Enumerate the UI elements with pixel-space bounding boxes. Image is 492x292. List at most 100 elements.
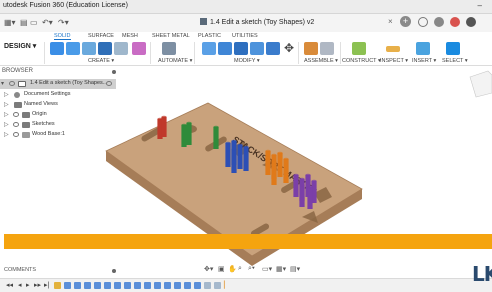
orange-peg[interactable]: [265, 149, 271, 175]
expand-arrow-icon[interactable]: ▷: [4, 121, 9, 128]
display-settings-icon[interactable]: ▭▾: [262, 265, 272, 273]
zoom-icon[interactable]: ⌕: [238, 265, 242, 273]
red-peg[interactable]: [161, 115, 167, 137]
measure-icon[interactable]: [386, 46, 400, 52]
automate-icon[interactable]: [162, 42, 176, 55]
fillet-icon[interactable]: [218, 42, 232, 55]
select-icon[interactable]: [446, 42, 460, 55]
tab-plastic[interactable]: PLASTIC: [198, 33, 221, 39]
extrude-icon[interactable]: [66, 42, 80, 55]
timeline-feature-extrude-icon[interactable]: [194, 282, 201, 289]
orange-peg[interactable]: [283, 157, 289, 183]
minimize-button[interactable]: –: [478, 1, 482, 10]
new-sketch-icon[interactable]: [50, 42, 64, 55]
close-tab-icon[interactable]: ×: [388, 17, 393, 26]
new-tab-icon[interactable]: +: [400, 16, 411, 27]
timeline-feature-extrude-icon[interactable]: [164, 282, 171, 289]
visibility-eye-icon[interactable]: [13, 112, 19, 117]
expand-arrow-icon[interactable]: ▷: [4, 111, 9, 118]
timeline-feature-extrude-icon[interactable]: [134, 282, 141, 289]
green-peg[interactable]: [186, 121, 192, 145]
joint-icon[interactable]: [320, 42, 334, 55]
move-icon[interactable]: ✥: [282, 42, 296, 55]
timeline-feature-extrude-icon[interactable]: [94, 282, 101, 289]
new-component-icon[interactable]: [304, 42, 318, 55]
timeline-feature-extrude-icon[interactable]: [104, 282, 111, 289]
create-group-label[interactable]: CREATE ▾: [88, 58, 114, 64]
comments-toggle-icon[interactable]: [112, 269, 116, 273]
document-tab[interactable]: 1.4 Edit a sketch (Toy Shapes) v2: [200, 18, 314, 26]
play-icon[interactable]: ▸: [26, 281, 30, 289]
green-peg[interactable]: [181, 123, 187, 147]
grid-settings-icon[interactable]: ▦▾: [276, 265, 286, 273]
orange-peg[interactable]: [271, 159, 277, 185]
browser-item-sketches[interactable]: ▷ Sketches: [0, 120, 116, 130]
automate-group-label[interactable]: AUTOMATE ▾: [158, 58, 192, 64]
expand-arrow-icon[interactable]: ▷: [4, 101, 9, 108]
blue-peg[interactable]: [243, 145, 249, 171]
redo-icon[interactable]: ↷▾: [58, 18, 69, 27]
purple-peg[interactable]: [293, 173, 299, 197]
fit-icon[interactable]: ⌕▾: [248, 265, 255, 273]
modify-group-label[interactable]: MODIFY ▾: [234, 58, 260, 64]
step-back-icon[interactable]: ◂: [18, 281, 22, 289]
tab-surface[interactable]: SURFACE: [88, 33, 114, 39]
job-status-icon[interactable]: [418, 17, 428, 27]
select-group-label[interactable]: SELECT ▾: [442, 58, 468, 64]
file-icon[interactable]: ▤: [20, 18, 28, 27]
go-to-end-icon[interactable]: ▸|: [44, 281, 49, 289]
shell-icon[interactable]: [250, 42, 264, 55]
timeline-feature-sketch-icon[interactable]: [54, 282, 61, 289]
press-pull-icon[interactable]: [202, 42, 216, 55]
purple-peg[interactable]: [307, 185, 313, 209]
look-at-icon[interactable]: ▣: [218, 265, 225, 273]
construct-group-label[interactable]: CONSTRUCT ▾: [342, 58, 381, 64]
timeline-feature-appearance-icon[interactable]: [204, 282, 211, 289]
loft-icon[interactable]: [114, 42, 128, 55]
green-peg[interactable]: [213, 125, 219, 149]
timeline-feature-extrude-icon[interactable]: [84, 282, 91, 289]
browser-root-node[interactable]: ▾ 1.4 Edit a sketch (Toy Shapes...: [0, 79, 116, 89]
viewports-icon[interactable]: ▤▾: [290, 265, 300, 273]
timeline-feature-extrude-icon[interactable]: [174, 282, 181, 289]
visibility-eye-icon[interactable]: [13, 132, 19, 137]
pan-icon[interactable]: ✋: [228, 265, 237, 273]
blue-peg[interactable]: [231, 147, 237, 173]
timeline-feature-extrude-icon[interactable]: [114, 282, 121, 289]
activate-radio-icon[interactable]: [106, 81, 112, 86]
go-to-start-icon[interactable]: ◂◂: [6, 281, 13, 289]
combine-icon[interactable]: [266, 42, 280, 55]
tab-utilities[interactable]: UTILITIES: [232, 33, 258, 39]
timeline-feature-extrude-icon[interactable]: [64, 282, 71, 289]
insert-image-icon[interactable]: [416, 42, 430, 55]
browser-item-named-views[interactable]: ▷ Named Views: [0, 100, 116, 110]
purple-peg[interactable]: [299, 183, 305, 207]
browser-toggle-icon[interactable]: [112, 70, 116, 74]
browser-item-document-settings[interactable]: ▷ Document Settings: [0, 90, 116, 100]
browser-item-wood-base[interactable]: ▷ Wood Base:1: [0, 130, 116, 140]
timeline-feature-extrude-icon[interactable]: [184, 282, 191, 289]
visibility-eye-icon[interactable]: [9, 81, 15, 86]
timeline-feature-appearance-icon[interactable]: [214, 282, 221, 289]
timeline-feature-extrude-icon[interactable]: [124, 282, 131, 289]
browser-item-origin[interactable]: ▷ Origin: [0, 110, 116, 120]
notifications-icon[interactable]: [434, 17, 444, 27]
visibility-eye-icon[interactable]: [13, 122, 19, 127]
sweep-icon[interactable]: [98, 42, 112, 55]
chamfer-icon[interactable]: [234, 42, 248, 55]
tab-sheet-metal[interactable]: SHEET METAL: [152, 33, 190, 39]
account-icon[interactable]: [466, 17, 476, 27]
save-icon[interactable]: ▭: [30, 18, 38, 27]
rib-icon[interactable]: [132, 42, 146, 55]
collapse-arrow-icon[interactable]: ▾: [1, 80, 4, 87]
timeline-feature-extrude-icon[interactable]: [154, 282, 161, 289]
orange-peg[interactable]: [277, 151, 283, 177]
help-icon[interactable]: [450, 17, 460, 27]
assemble-group-label[interactable]: ASSEMBLE ▾: [304, 58, 338, 64]
offset-plane-icon[interactable]: [352, 42, 366, 55]
tab-solid[interactable]: SOLID: [54, 33, 71, 40]
step-forward-icon[interactable]: ▸▸: [34, 281, 41, 289]
view-cube-icon[interactable]: [469, 70, 492, 98]
timeline-feature-extrude-icon[interactable]: [144, 282, 151, 289]
blue-peg[interactable]: [237, 143, 243, 169]
